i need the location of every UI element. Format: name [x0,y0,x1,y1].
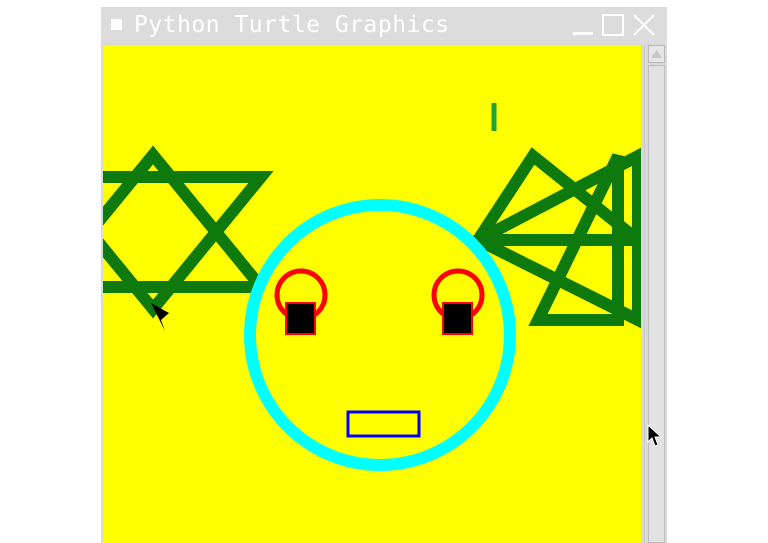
turtle-window: Python Turtle Graphics [101,7,667,543]
window-title: Python Turtle Graphics [134,12,450,38]
window-menu-icon[interactable] [111,19,122,30]
left-star [103,145,274,319]
title-bar[interactable]: Python Turtle Graphics [101,7,667,43]
turtle-canvas[interactable] [103,45,641,543]
vertical-scrollbar[interactable] [644,45,667,543]
minimize-icon[interactable] [571,12,595,38]
maximize-icon[interactable] [601,12,625,38]
left-pupil [285,302,316,335]
scrollbar-thumb[interactable] [648,65,665,543]
mouse-pointer-icon [647,424,663,447]
scroll-up-arrow-icon[interactable] [648,45,665,63]
drawing [103,103,641,471]
right-pupil [442,302,473,335]
close-icon[interactable] [632,12,656,38]
